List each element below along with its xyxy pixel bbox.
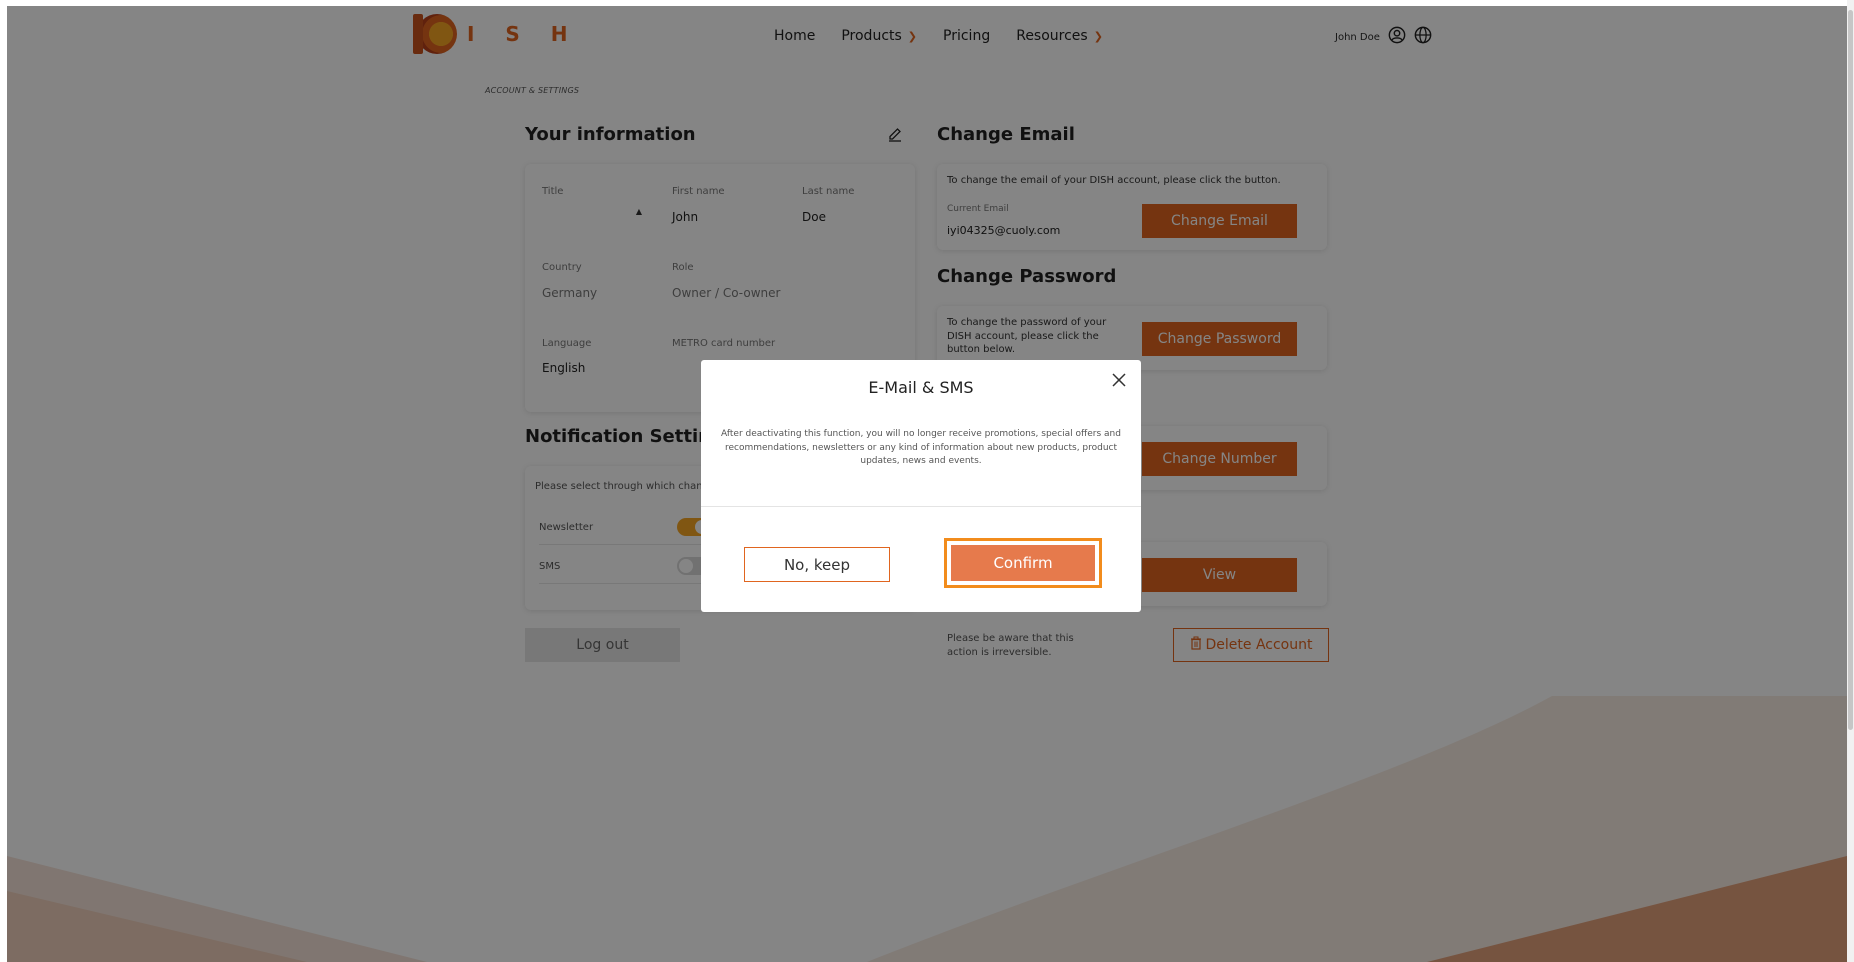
page-scrollbar[interactable] [1847,0,1854,962]
confirm-focus-ring: Confirm [944,538,1102,588]
modal-title: E-Mail & SMS [868,378,974,397]
close-icon[interactable] [1111,372,1127,392]
no-keep-button[interactable]: No, keep [744,547,890,582]
modal-divider [701,506,1141,507]
email-sms-modal: E-Mail & SMS After deactivating this fun… [701,360,1141,612]
scrollbar-thumb[interactable] [1848,10,1853,730]
modal-body-text: After deactivating this function, you wi… [721,429,1121,466]
confirm-button[interactable]: Confirm [951,545,1095,581]
browser-viewport: I S H Home Products ❯ Pricing Resources ❯ … [7,6,1847,962]
